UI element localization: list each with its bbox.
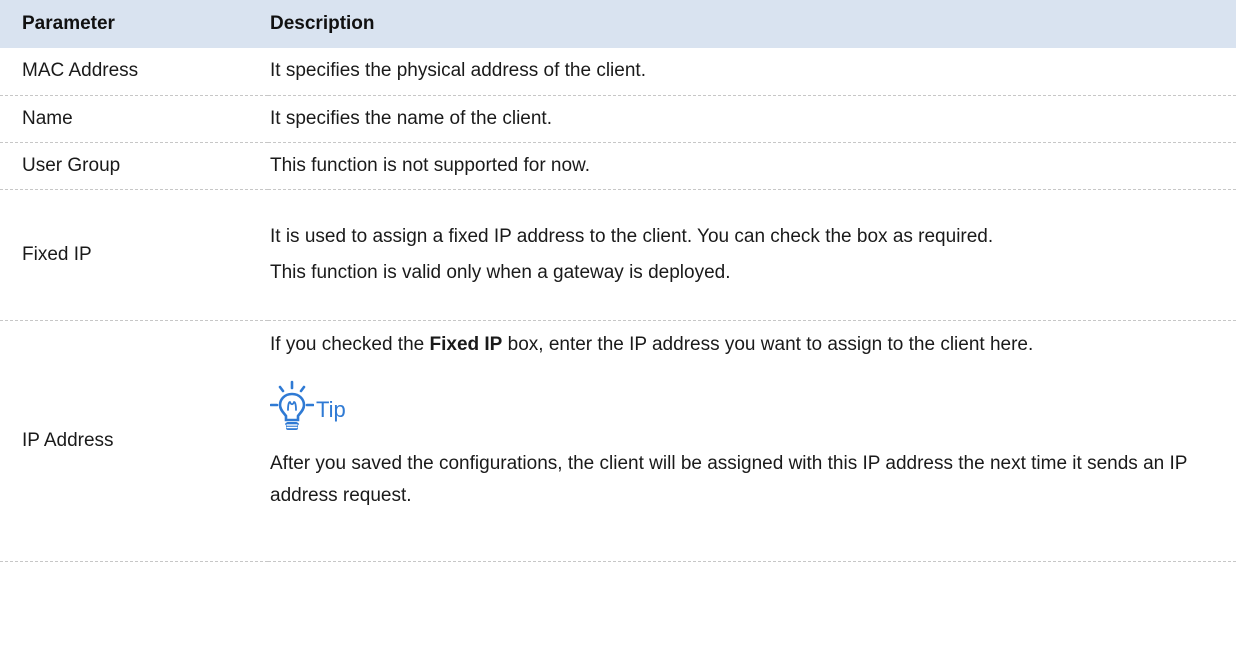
- parameter-name: IP Address: [0, 320, 268, 562]
- lightbulb-icon: [270, 380, 314, 431]
- description-paragraph: It is used to assign a fixed IP address …: [270, 225, 994, 247]
- table-row: Fixed IP It is used to assign a fixed IP…: [0, 189, 1236, 321]
- parameter-name: Fixed IP: [0, 189, 268, 321]
- table-header-row: Parameter Description: [0, 0, 1236, 48]
- header-description: Description: [270, 13, 375, 34]
- tip-label: Tip: [316, 397, 346, 423]
- description-paragraph: This function is valid only when a gatew…: [270, 261, 731, 283]
- parameter-name: Name: [0, 95, 268, 143]
- parameter-description: It specifies the physical address of the…: [268, 48, 1236, 96]
- tip-text: After you saved the configurations, the …: [270, 453, 1188, 507]
- table-row: MAC Address It specifies the physical ad…: [0, 48, 1236, 96]
- description-text: box, enter the IP address you want to as…: [502, 333, 1034, 355]
- parameter-description: This function is not supported for now.: [268, 142, 1236, 190]
- parameter-name: MAC Address: [0, 48, 268, 96]
- parameter-name: User Group: [0, 142, 268, 190]
- table-row: IP Address If you checked the Fixed IP b…: [0, 320, 1236, 562]
- parameter-description: It is used to assign a fixed IP address …: [268, 189, 1236, 321]
- description-paragraph: If you checked the Fixed IP box, enter t…: [270, 331, 1216, 359]
- table-row: Name It specifies the name of the client…: [0, 95, 1236, 143]
- parameter-description: If you checked the Fixed IP box, enter t…: [268, 320, 1236, 562]
- tip-callout: Tip: [270, 380, 1216, 432]
- parameter-description: It specifies the name of the client.: [268, 95, 1236, 143]
- parameter-table: Parameter Description MAC Address It spe…: [0, 0, 1236, 562]
- header-parameter: Parameter: [22, 13, 115, 34]
- description-bold-term: Fixed IP: [429, 333, 503, 355]
- description-text: If you checked the: [270, 333, 430, 355]
- table-row: User Group This function is not supporte…: [0, 142, 1236, 190]
